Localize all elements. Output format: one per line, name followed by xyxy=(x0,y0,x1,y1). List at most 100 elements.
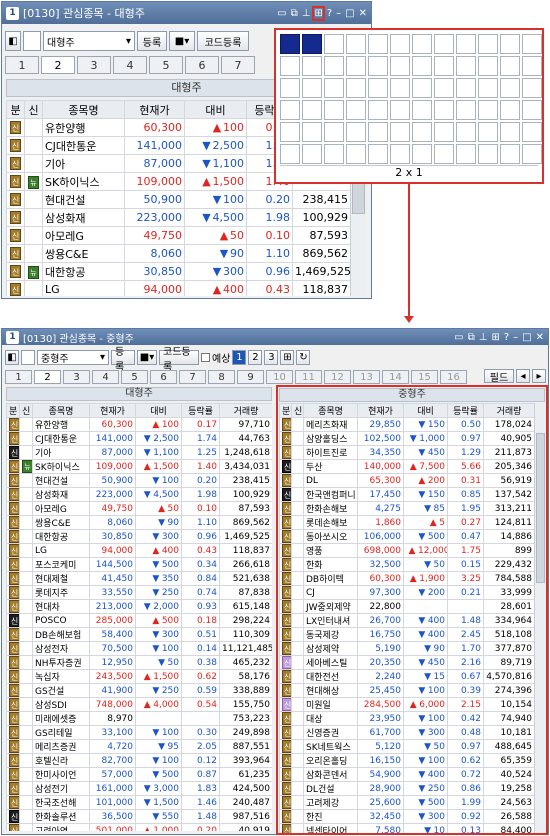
stock-name[interactable]: 녹십자 xyxy=(32,669,90,684)
stock-name[interactable]: NH투자증권 xyxy=(32,655,90,670)
grid-cell[interactable] xyxy=(324,100,344,120)
grid-cell[interactable] xyxy=(302,100,322,120)
stock-name[interactable]: 삼성화재 xyxy=(42,208,125,227)
grid-cell[interactable] xyxy=(478,78,498,98)
table-row[interactable]: 신 미래에셋증 8,970 753,223 xyxy=(6,711,272,726)
stock-name[interactable]: 한진 xyxy=(303,809,358,824)
stock-name[interactable]: 신영증권 xyxy=(303,725,358,740)
grid-layout-icon[interactable]: ⊞ xyxy=(491,332,499,343)
table-row[interactable]: 신 삼성화재 223,000 ▼ 4,500 1.98 100,929 xyxy=(6,487,272,502)
table-row[interactable]: 신 기아 87,000 ▼ 1,100 1.25 1,248,618 xyxy=(6,445,272,460)
grid-layout-icon[interactable]: ⊞ xyxy=(280,350,295,365)
tab-prev-button[interactable]: ◂ xyxy=(516,369,530,383)
stock-name[interactable]: SK하이닉스 xyxy=(42,172,125,191)
stock-name[interactable]: SK네트웍스 xyxy=(303,739,358,754)
stock-name[interactable]: CJ대한통운 xyxy=(32,431,90,446)
stock-name[interactable]: 대한항공 xyxy=(32,529,90,544)
table-row[interactable]: 신 삼성전자 70,500 ▼ 100 0.14 11,121,485 xyxy=(6,641,272,656)
col-header-name[interactable]: 종목명 xyxy=(42,100,125,119)
grid-cell[interactable] xyxy=(522,56,542,76)
stock-name[interactable]: 미원일 xyxy=(303,697,358,712)
grid-layout-icon[interactable]: ⊞ xyxy=(312,5,325,21)
grid-cell[interactable] xyxy=(346,34,366,54)
right-scrollbar[interactable] xyxy=(534,403,546,833)
grid-cell[interactable] xyxy=(390,100,410,120)
grid-cell[interactable] xyxy=(456,34,476,54)
table-row[interactable]: 신 DL건설 28,900 ▼ 250 0.86 19,258 xyxy=(279,781,534,796)
table-row[interactable]: 신 오리온홀딩 16,150 ▼ 100 0.62 65,359 xyxy=(279,753,534,768)
col-header-name[interactable]: 종목명 xyxy=(32,403,90,418)
stock-name[interactable]: 아모레G xyxy=(32,501,90,516)
table-row[interactable]: 신 GS건설 41,900 ▼ 250 0.59 338,889 xyxy=(6,683,272,698)
stock-name[interactable]: 포스코케미 xyxy=(32,557,90,572)
close-icon[interactable]: ✕ xyxy=(536,332,544,343)
grid-cell[interactable] xyxy=(478,100,498,120)
stock-name[interactable]: 두산 xyxy=(303,459,358,474)
table-row[interactable]: 신 호텔신라 82,700 ▼ 100 0.12 393,964 xyxy=(6,753,272,768)
grid-cell[interactable] xyxy=(368,144,388,164)
stock-name[interactable]: 대상 xyxy=(303,711,358,726)
table-row[interactable]: 신 삼성전기 161,000 ▼ 3,000 1.83 424,500 xyxy=(6,781,272,796)
grid-cell[interactable] xyxy=(346,78,366,98)
tab-5[interactable]: 5 xyxy=(149,56,183,74)
tab-2[interactable]: 2 xyxy=(41,56,75,74)
grid-cell[interactable] xyxy=(522,122,542,142)
stock-name[interactable]: 오리온홀딩 xyxy=(303,753,358,768)
tab-14[interactable]: 14 xyxy=(382,370,409,384)
stock-name[interactable]: 삼성전자 xyxy=(32,641,90,656)
tab-3[interactable]: 3 xyxy=(77,56,111,74)
table-row[interactable]: 신 현대해상 25,450 ▼ 100 0.39 274,396 xyxy=(279,683,534,698)
table-row[interactable]: 신 신영증권 61,700 ▼ 300 0.48 10,181 xyxy=(279,725,534,740)
table-row[interactable]: 신 DB손해보험 58,400 ▼ 300 0.51 110,309 xyxy=(6,627,272,642)
menu-icon[interactable]: ◧ xyxy=(5,350,19,365)
tab-6[interactable]: 6 xyxy=(185,56,219,74)
tab-10[interactable]: 10 xyxy=(266,370,293,384)
table-row[interactable]: 신 DL 65,300 ▲ 200 0.31 56,919 xyxy=(279,473,534,488)
table-row[interactable]: 신고려아연501,000▲1,0000.2040,919 xyxy=(6,823,272,831)
stock-name[interactable]: 쌍용C&E xyxy=(32,515,90,530)
table-row[interactable]: 신 한화솔루션 36,500 ▼ 550 1.48 987,516 xyxy=(6,809,272,824)
grid-cell[interactable] xyxy=(434,100,454,120)
grid-cell[interactable] xyxy=(500,144,520,164)
stock-name[interactable]: 한미사이언 xyxy=(32,767,90,782)
grid-cell[interactable] xyxy=(390,34,410,54)
stock-name[interactable]: 현대건설 xyxy=(42,190,125,209)
tab-next-button[interactable]: ▸ xyxy=(532,369,546,383)
list-menu-button[interactable]: ■▾ xyxy=(137,350,157,365)
blank-field[interactable] xyxy=(23,31,41,51)
table-row[interactable]: 신 한진 32,450 ▼ 300 0.92 26,588 xyxy=(279,809,534,824)
table-row[interactable]: 신 한화 32,500 ▼ 50 0.15 229,432 xyxy=(279,557,534,572)
tab-7[interactable]: 7 xyxy=(221,56,255,74)
stock-name[interactable]: 현대차 xyxy=(32,599,90,614)
col-header-category[interactable]: 분 xyxy=(279,403,292,418)
col-header-volume[interactable]: 거래량 xyxy=(219,403,272,418)
table-row[interactable]: 신 삼성제약 5,190 ▼ 90 1.70 377,870 xyxy=(279,641,534,656)
code-register-button[interactable]: 코드등록 xyxy=(197,31,249,51)
help-icon[interactable]: ? xyxy=(327,8,332,19)
tab-4[interactable]: 4 xyxy=(92,370,119,384)
page-3-button[interactable]: 3 xyxy=(264,350,279,365)
col-header-change[interactable]: 대비 xyxy=(184,100,247,119)
grid-cell[interactable] xyxy=(368,78,388,98)
table-row[interactable]: 신 SK네트웍스 5,120 ▼ 50 0.97 488,645 xyxy=(279,739,534,754)
grid-cell[interactable] xyxy=(346,122,366,142)
minimize-icon[interactable]: – xyxy=(513,332,518,343)
stock-name[interactable]: 동아쏘시오 xyxy=(303,529,358,544)
table-row[interactable]: 신 현대제철 41,450 ▼ 350 0.84 521,638 xyxy=(6,571,272,586)
grid-cell[interactable] xyxy=(500,122,520,142)
stock-name[interactable]: 고려아연 xyxy=(32,823,90,831)
grid-cell[interactable] xyxy=(522,144,542,164)
table-row[interactable]: 신 롯데지주 33,550 ▼ 250 0.74 87,838 xyxy=(6,585,272,600)
table-row[interactable]: 신 LX인터내셔 26,700 ▼ 400 1.48 334,964 xyxy=(279,613,534,628)
table-row[interactable]: 신 한미사이언 57,000 ▼ 500 0.87 61,235 xyxy=(6,767,272,782)
table-row[interactable]: 신 현대건설 50,900 ▼ 100 0.20 238,415 xyxy=(6,473,272,488)
table-row[interactable]: 신 쌍용C&E 8,060 ▼ 90 1.10 869,562 xyxy=(6,515,272,530)
stock-name[interactable]: 롯데지주 xyxy=(32,585,90,600)
grid-cell[interactable] xyxy=(456,144,476,164)
col-header-price[interactable]: 현재가 xyxy=(124,100,185,119)
stock-name[interactable]: 삼성제약 xyxy=(303,641,358,656)
grid-cell[interactable] xyxy=(412,122,432,142)
table-row[interactable]: 신 영풍 698,000 ▲ 12,000 1.75 899 xyxy=(279,543,534,558)
table-row[interactable]: 신 대한항공 30,850 ▼ 300 0.96 1,469,525 xyxy=(6,529,272,544)
stock-name[interactable]: 현대제철 xyxy=(32,571,90,586)
